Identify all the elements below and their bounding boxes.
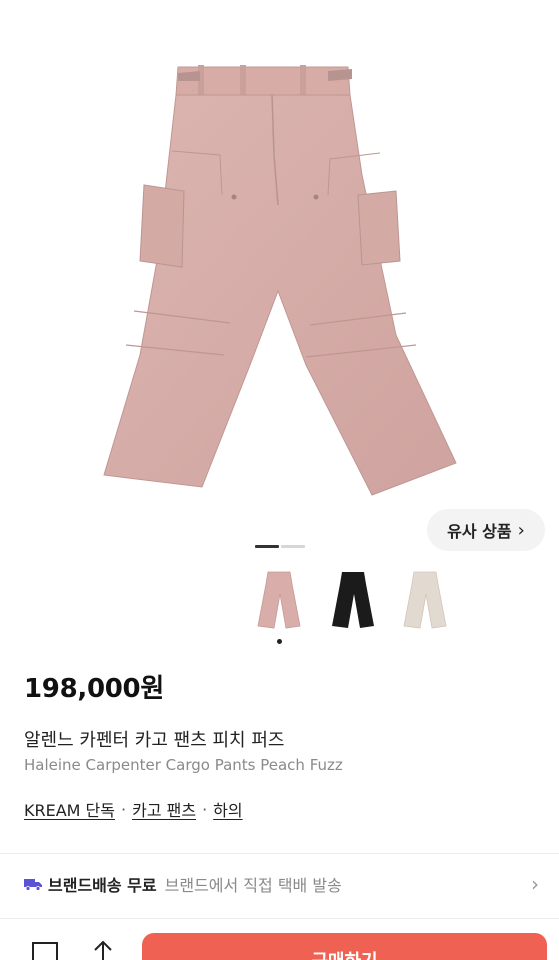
product-tags: KREAM 단독 · 카고 팬츠 · 하의 <box>24 797 243 821</box>
bookmark-icon[interactable] <box>32 939 58 960</box>
buy-button-label: 구매하기 <box>311 947 377 960</box>
swatch-black[interactable] <box>328 568 378 632</box>
buy-button[interactable]: 구매하기 <box>142 933 547 960</box>
bottom-action-bar: 구매하기 <box>0 919 559 960</box>
pants-image <box>103 65 457 496</box>
shipping-title: 브랜드배송 무료 <box>48 876 157 895</box>
product-price: 198,000원 <box>24 674 164 704</box>
product-title-ko: 알렌느 카펜터 카고 팬츠 피치 퍼즈 <box>24 730 285 751</box>
swatch-beige[interactable] <box>400 568 450 632</box>
tag-separator: · <box>121 799 127 819</box>
swatch-peach[interactable] <box>254 568 304 632</box>
divider <box>0 853 559 854</box>
tag-separator: · <box>202 799 208 819</box>
similar-products-button[interactable]: 유사 상품 › <box>427 509 545 551</box>
similar-products-label: 유사 상품 <box>447 522 512 541</box>
tag-bottoms[interactable]: 하의 <box>213 797 242 821</box>
chevron-right-icon: › <box>517 519 525 541</box>
truck-icon <box>24 879 42 891</box>
product-image[interactable]: 유사 상품 › <box>0 0 559 560</box>
product-title-en: Haleine Carpenter Cargo Pants Peach Fuzz <box>24 756 343 774</box>
selected-swatch-indicator <box>277 639 282 644</box>
carousel-indicator <box>281 545 305 548</box>
share-icon[interactable] <box>90 939 116 960</box>
chevron-right-icon: › <box>531 872 539 896</box>
tag-cargo-pants[interactable]: 카고 팬츠 <box>132 797 196 821</box>
tag-kream-exclusive[interactable]: KREAM 단독 <box>24 797 115 821</box>
shipping-info-row[interactable]: 브랜드배송 무료 브랜드에서 직접 택배 발송 › <box>24 870 539 898</box>
carousel-indicator-active <box>255 545 279 548</box>
shipping-subtitle: 브랜드에서 직접 택배 발송 <box>164 876 342 895</box>
